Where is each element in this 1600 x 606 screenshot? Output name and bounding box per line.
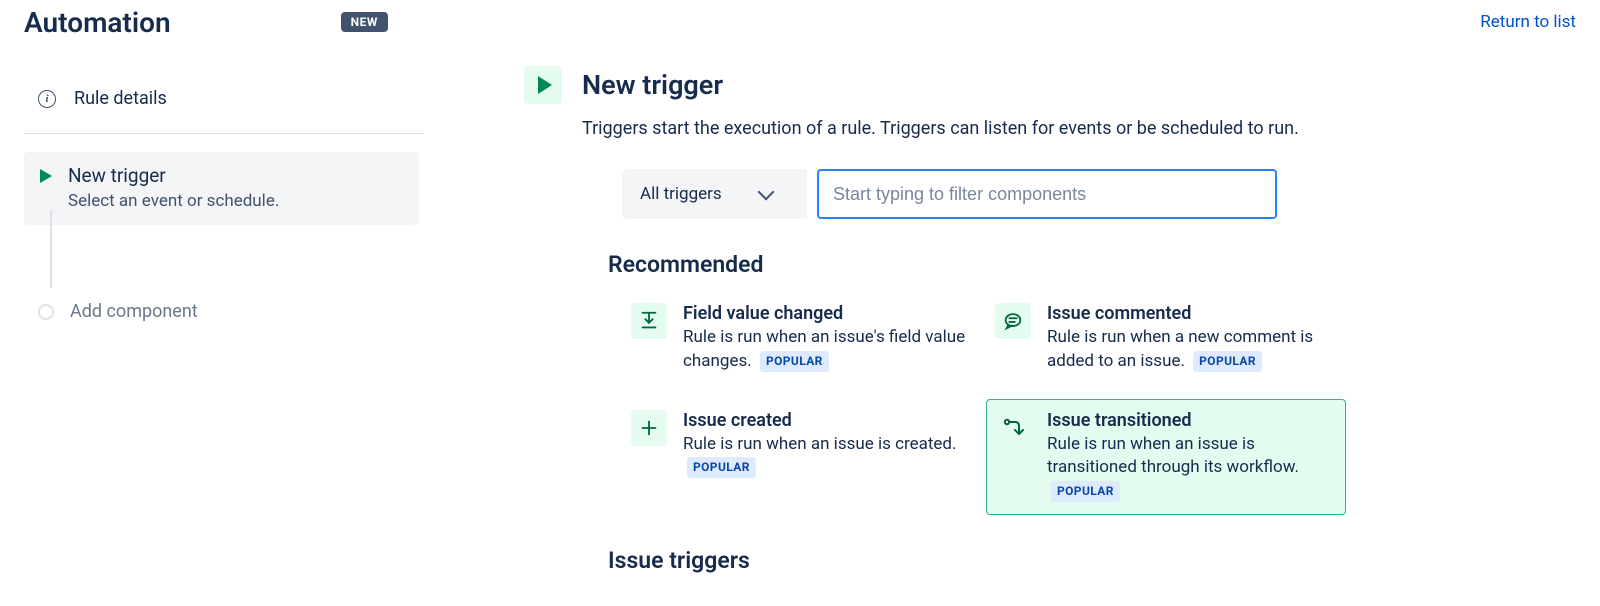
trigger-card[interactable]: Issue commentedRule is run when a new co… [986,292,1346,385]
step-title: New trigger [68,164,279,189]
connector-line [50,210,52,288]
trigger-card-desc: Rule is run when an issue is created. PO… [683,433,973,481]
play-icon [538,76,552,94]
trigger-card-desc: Rule is run when a new comment is added … [1047,326,1337,374]
trigger-card[interactable]: Issue createdRule is run when an issue i… [622,399,982,515]
popular-badge: POPULAR [1051,481,1120,502]
return-to-list-link[interactable]: Return to list [1480,12,1576,32]
trigger-card[interactable]: Issue transitionedRule is run when an is… [986,399,1346,515]
transition-icon [995,410,1031,446]
info-icon: i [38,90,56,108]
rule-details-item[interactable]: i Rule details [24,78,424,119]
main-title: New trigger [582,69,723,101]
trigger-card-desc: Rule is run when an issue's field value … [683,326,973,374]
trigger-card-title: Issue transitioned [1047,410,1337,431]
popular-badge: POPULAR [687,457,756,478]
add-component-label: Add component [70,301,198,322]
trigger-card-title: Field value changed [683,303,973,324]
issue-triggers-heading: Issue triggers [608,547,1576,574]
recommended-heading: Recommended [608,251,1576,278]
trigger-card[interactable]: Field value changedRule is run when an i… [622,292,982,385]
trigger-card-title: Issue created [683,410,973,431]
divider [24,133,424,134]
category-select[interactable]: All triggers [622,169,807,219]
comment-icon [995,303,1031,339]
play-icon [40,169,52,183]
trigger-card-desc: Rule is run when an issue is transitione… [1047,433,1337,504]
hollow-circle-icon [38,304,54,320]
download-to-line-icon [631,303,667,339]
step-new-trigger[interactable]: New trigger Select an event or schedule. [24,152,419,225]
add-component-item[interactable]: Add component [24,297,424,326]
trigger-tile-icon [524,66,562,104]
popular-badge: POPULAR [760,351,829,372]
main-description: Triggers start the execution of a rule. … [582,118,1576,139]
step-subtitle: Select an event or schedule. [68,190,279,214]
popular-badge: POPULAR [1193,351,1262,372]
search-input[interactable] [817,169,1277,219]
chevron-down-icon [757,183,774,200]
plus-icon [631,410,667,446]
rule-details-label: Rule details [74,88,167,109]
trigger-card-title: Issue commented [1047,303,1337,324]
category-select-label: All triggers [640,184,722,204]
